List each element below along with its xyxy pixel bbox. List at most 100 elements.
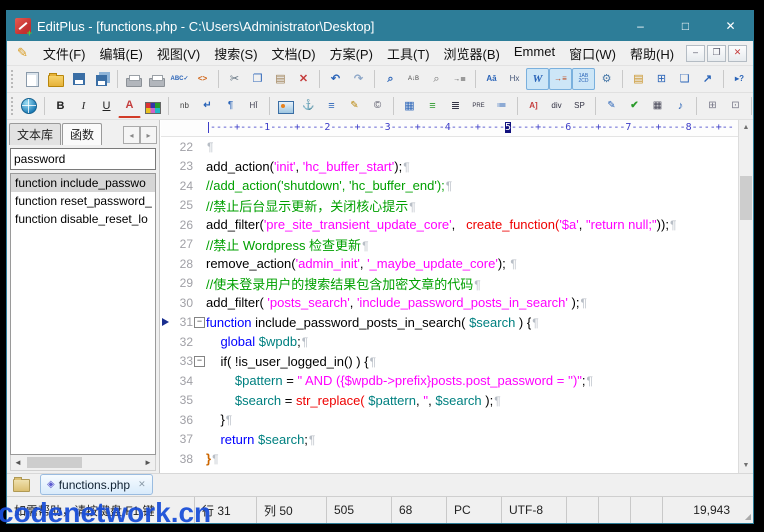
scroll-up-icon[interactable]: ▲ <box>739 120 753 135</box>
maximize-button[interactable]: □ <box>663 11 708 41</box>
line-numbers-icon[interactable]: 1AB 2CD <box>572 68 595 90</box>
syntax-check-icon[interactable]: ✔ <box>623 95 646 117</box>
table-icon[interactable]: ▦ <box>398 95 421 117</box>
line-break-icon[interactable]: ↵ <box>196 95 219 117</box>
save-all-icon[interactable] <box>90 68 113 90</box>
indent-icon[interactable]: →≡ <box>549 68 572 90</box>
mdi-close-button[interactable]: ✕ <box>728 45 747 62</box>
text-field-icon[interactable]: ✎ <box>343 95 366 117</box>
form-options-icon[interactable]: ⊡ <box>724 95 747 117</box>
italic-icon[interactable]: I <box>72 95 95 117</box>
close-button[interactable]: ✕ <box>708 11 753 41</box>
paste-icon[interactable]: ▤ <box>269 68 292 90</box>
toolbar-grip[interactable] <box>11 70 17 88</box>
color-picker-icon[interactable] <box>141 95 164 117</box>
scrollbar-thumb[interactable] <box>740 176 752 220</box>
hex-viewer-icon[interactable]: Hx <box>503 68 526 90</box>
print-icon[interactable] <box>145 68 168 90</box>
save-icon[interactable] <box>67 68 90 90</box>
function-list-item[interactable]: function include_passwo <box>11 174 155 192</box>
tab-scroll-right-icon[interactable]: ▸ <box>140 126 157 144</box>
browser-preview-icon[interactable] <box>17 95 40 117</box>
nbsp-icon[interactable]: nb <box>173 95 196 117</box>
scroll-left-icon[interactable]: ◄ <box>11 456 25 469</box>
menu-item-f[interactable]: 文件(F) <box>36 42 93 65</box>
custom-toolbar-icon[interactable] <box>756 95 764 117</box>
open-external-icon[interactable]: ↗ <box>696 68 719 90</box>
code-tags-icon[interactable]: <> <box>191 68 214 90</box>
image-icon[interactable] <box>274 95 297 117</box>
toolbar-grip[interactable] <box>11 97 13 115</box>
undo-icon[interactable]: ↶ <box>324 68 347 90</box>
context-help-icon[interactable]: ▸? <box>728 68 751 90</box>
mdi-minimize-button[interactable]: – <box>686 45 705 62</box>
copy-icon[interactable]: ❐ <box>246 68 269 90</box>
copyright-icon[interactable]: © <box>366 95 389 117</box>
menu-item-h[interactable]: 帮助(H) <box>623 42 681 65</box>
goto-line-icon[interactable]: →≣ <box>448 68 471 90</box>
redo-icon[interactable]: ↷ <box>347 68 370 90</box>
find-in-files-icon[interactable]: ⌕ <box>425 68 448 90</box>
folder-icon[interactable] <box>13 479 30 492</box>
resize-grip-icon[interactable]: ◢ <box>738 497 753 523</box>
spell-check-icon[interactable]: ABC✓ <box>168 68 191 90</box>
tab-functions-php[interactable]: ◈ functions.php ✕ <box>40 474 153 495</box>
scroll-down-icon[interactable]: ▼ <box>739 458 753 473</box>
document-list-icon[interactable]: ▤ <box>627 68 650 90</box>
open-file-icon[interactable] <box>44 68 67 90</box>
menu-item-s[interactable]: 搜索(S) <box>207 42 264 65</box>
tab-scroll-left-icon[interactable]: ◂ <box>123 126 140 144</box>
heading-icon[interactable]: HĪ <box>242 95 265 117</box>
minimize-button[interactable]: – <box>618 11 663 41</box>
code-editor[interactable]: ----+----1----+----2----+----3----+----4… <box>160 120 738 473</box>
menu-item-emmet[interactable]: Emmet <box>507 42 562 65</box>
new-file-icon[interactable] <box>21 68 44 90</box>
menu-item-b[interactable]: 浏览器(B) <box>437 42 507 65</box>
browser-view-icon[interactable]: ❑ <box>673 68 696 90</box>
paragraph-icon[interactable]: ¶ <box>219 95 242 117</box>
cut-icon[interactable]: ✂ <box>223 68 246 90</box>
find-icon[interactable]: ⌕ <box>379 68 402 90</box>
menu-item-d[interactable]: 文档(D) <box>265 42 323 65</box>
tab-close-icon[interactable]: ✕ <box>138 479 146 490</box>
menu-item-v[interactable]: 视图(V) <box>150 42 207 65</box>
align-center-icon[interactable]: ≣ <box>444 95 467 117</box>
fold-toggle[interactable]: − <box>193 313 206 331</box>
mdi-restore-button[interactable]: ❐ <box>707 45 726 62</box>
script-edit-icon[interactable]: ✎ <box>600 95 623 117</box>
font-color-icon[interactable]: A <box>118 95 141 118</box>
span-tag-icon[interactable]: SP <box>568 95 591 117</box>
menu-item-p[interactable]: 方案(P) <box>323 42 380 65</box>
delete-icon[interactable]: ✕ <box>292 68 315 90</box>
window-tabs-icon[interactable]: ⊞ <box>650 68 673 90</box>
function-list-item[interactable]: function reset_password_ <box>11 192 155 210</box>
print-preview-icon[interactable] <box>122 68 145 90</box>
scrollbar-thumb[interactable] <box>27 457 82 468</box>
list-icon[interactable]: ≔ <box>490 95 513 117</box>
hr-icon[interactable]: ≡ <box>320 95 343 117</box>
function-list-item[interactable]: function disable_reset_lo <box>11 210 155 228</box>
vertical-scrollbar[interactable]: ▲ ▼ <box>738 120 753 473</box>
code-area[interactable]: 22¶23add_action('init', 'hc_buffer_start… <box>161 137 738 473</box>
sidebar-tab-cliptext[interactable]: 文本库 <box>9 123 61 145</box>
fold-toggle[interactable]: − <box>193 352 206 370</box>
menu-item-e[interactable]: 编辑(E) <box>93 42 150 65</box>
underline-icon[interactable]: U <box>95 95 118 117</box>
scroll-right-icon[interactable]: ► <box>141 456 155 469</box>
word-wrap-icon[interactable]: W <box>526 68 549 90</box>
sidebar-tab-functions[interactable]: 函数 <box>62 123 102 145</box>
bold-icon[interactable]: B <box>49 95 72 117</box>
anchor-icon[interactable]: ⚓ <box>297 95 320 117</box>
preferences-icon[interactable]: ⚙ <box>595 68 618 90</box>
named-anchor-icon[interactable]: A] <box>522 95 545 117</box>
font-icon[interactable]: Aā <box>480 68 503 90</box>
media-icon[interactable]: ▦ <box>646 95 669 117</box>
music-icon[interactable]: ♪ <box>669 95 692 117</box>
replace-icon[interactable]: A↓B <box>402 68 425 90</box>
menu-item-w[interactable]: 窗口(W) <box>562 42 623 65</box>
function-search-input[interactable] <box>10 148 156 170</box>
sidebar-horizontal-scrollbar[interactable]: ◄ ► <box>10 455 156 471</box>
form-field-icon[interactable]: ⊞ <box>701 95 724 117</box>
menu-item-t[interactable]: 工具(T) <box>380 42 437 65</box>
div-tag-icon[interactable]: div <box>545 95 568 117</box>
